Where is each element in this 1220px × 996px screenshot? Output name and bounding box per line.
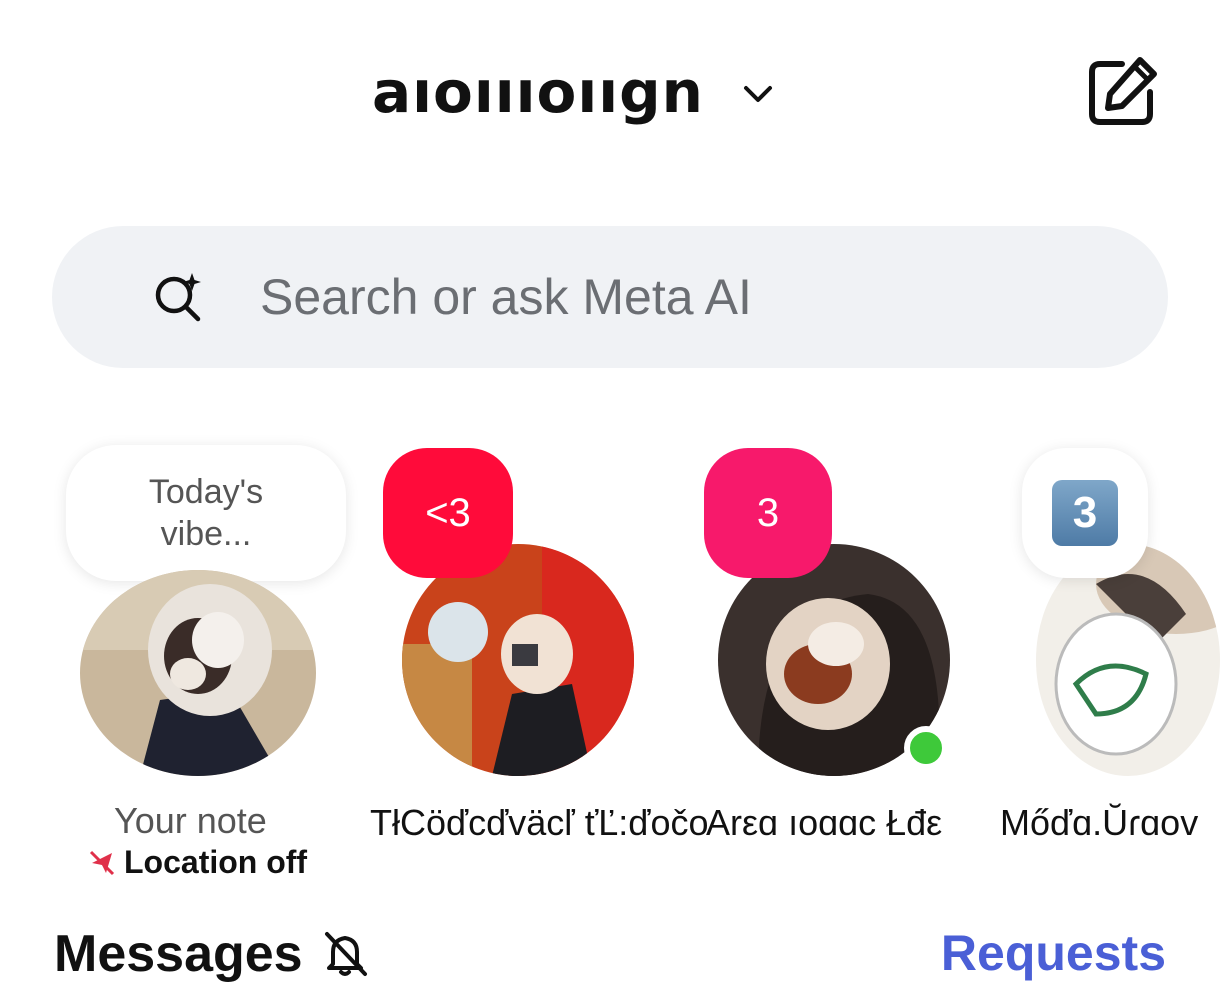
avatar-your-note[interactable] <box>80 570 316 776</box>
messages-title: Messages <box>54 925 303 983</box>
online-status-indicator <box>904 726 948 770</box>
location-off-icon <box>89 850 115 875</box>
avatar-contact-4[interactable] <box>1036 544 1220 776</box>
note-badge[interactable]: <3 <box>383 448 513 578</box>
note-name: Your note <box>114 800 267 841</box>
messages-heading: Messages <box>54 924 369 984</box>
contact-name: TłCöďcďväcľ ťĽ:ďočo <box>370 802 709 843</box>
account-name: aıoıııoııgn <box>372 58 704 126</box>
requests-link[interactable]: Requests <box>941 924 1166 982</box>
search-bar[interactable] <box>52 226 1168 368</box>
bell-off-icon[interactable] <box>321 930 369 978</box>
contact-name: Mőďɑ.Ŭɾɑov <box>1000 802 1199 843</box>
keycap-badge: 3 <box>1052 480 1118 546</box>
chevron-down-icon <box>743 86 772 102</box>
avatar-contact-2[interactable] <box>402 544 634 776</box>
note-badge[interactable]: 3 <box>704 448 832 578</box>
note-text: Today's vibe... <box>148 473 264 553</box>
account-switcher[interactable]: aıoıııoııgn <box>372 58 778 126</box>
location-off-status: Location off <box>88 844 307 881</box>
contact-name: Arεɑ ıoɑɑc Łđε <box>706 802 943 843</box>
location-off-label: Location off <box>124 844 308 880</box>
note-badge[interactable]: 3 <box>1022 448 1148 578</box>
search-input[interactable] <box>260 268 1060 326</box>
meta-ai-search-icon <box>155 273 201 322</box>
note-bubble-your-note[interactable]: Today's vibe... <box>66 445 346 581</box>
messages-screen: aıoıııoııgn Today's vibe... Your note <box>0 0 1220 996</box>
compose-icon[interactable] <box>1082 52 1162 132</box>
